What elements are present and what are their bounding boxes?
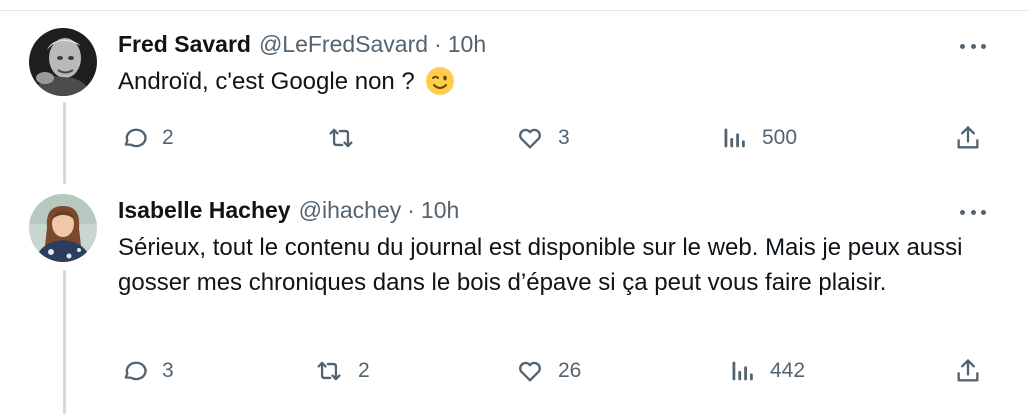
author-handle[interactable]: @LeFredSavard — [259, 31, 428, 58]
more-icon[interactable] — [958, 34, 988, 58]
views-icon — [724, 128, 745, 148]
views-button[interactable]: 500 — [722, 120, 797, 156]
views-count: 442 — [770, 359, 806, 382]
more-icon[interactable] — [958, 200, 988, 224]
tweet-text: Sérieux, tout le contenu du journal est … — [118, 234, 963, 296]
avatar-fred-savard[interactable] — [29, 28, 97, 96]
retweet-button[interactable] — [326, 120, 370, 156]
retweet-button[interactable]: 2 — [314, 353, 370, 389]
like-icon — [519, 361, 541, 382]
retweet-icon — [317, 361, 341, 381]
separator-dot: · — [434, 30, 442, 57]
separator-dot: · — [407, 196, 415, 223]
like-icon — [519, 128, 541, 149]
tweet-header: Isabelle Hachey @ihachey · 10h — [118, 195, 459, 225]
like-button[interactable]: 26 — [516, 353, 581, 389]
views-button[interactable]: 442 — [730, 353, 805, 389]
author-name[interactable]: Isabelle Hachey — [118, 197, 291, 224]
winking-face-emoji-icon — [425, 66, 455, 96]
avatar-isabelle-hachey[interactable] — [29, 194, 97, 262]
reply-button[interactable]: 2 — [120, 120, 174, 156]
share-icon — [957, 126, 979, 149]
share-icon — [957, 359, 979, 382]
tweet-header: Fred Savard @LeFredSavard · 10h — [118, 29, 486, 59]
tweet-isabelle-hachey[interactable]: Isabelle Hachey @ihachey · 10h Sérieux, … — [0, 180, 1030, 414]
retweet-count: 2 — [358, 359, 370, 382]
timestamp[interactable]: 10h — [448, 31, 486, 58]
share-button[interactable] — [954, 120, 982, 156]
reply-icon — [124, 128, 147, 148]
timestamp[interactable]: 10h — [421, 197, 459, 224]
reply-icon — [124, 361, 147, 381]
share-button[interactable] — [954, 353, 982, 389]
reply-count: 2 — [162, 126, 174, 149]
author-handle[interactable]: @ihachey — [299, 197, 402, 224]
like-count: 26 — [558, 359, 582, 382]
reply-button[interactable]: 3 — [120, 353, 174, 389]
author-name[interactable]: Fred Savard — [118, 31, 251, 58]
tweet-fred-savard[interactable]: Fred Savard @LeFredSavard · 10h Androïd,… — [0, 0, 1030, 180]
like-count: 3 — [558, 126, 570, 149]
tweet-text: Androïd, c'est Google non ? — [118, 64, 1008, 99]
tweet-text-content: Androïd, c'est Google non ? — [118, 68, 415, 95]
like-button[interactable]: 3 — [516, 120, 570, 156]
views-icon — [732, 361, 753, 381]
retweet-icon — [329, 128, 353, 148]
views-count: 500 — [762, 126, 798, 149]
reply-count: 3 — [162, 359, 174, 382]
